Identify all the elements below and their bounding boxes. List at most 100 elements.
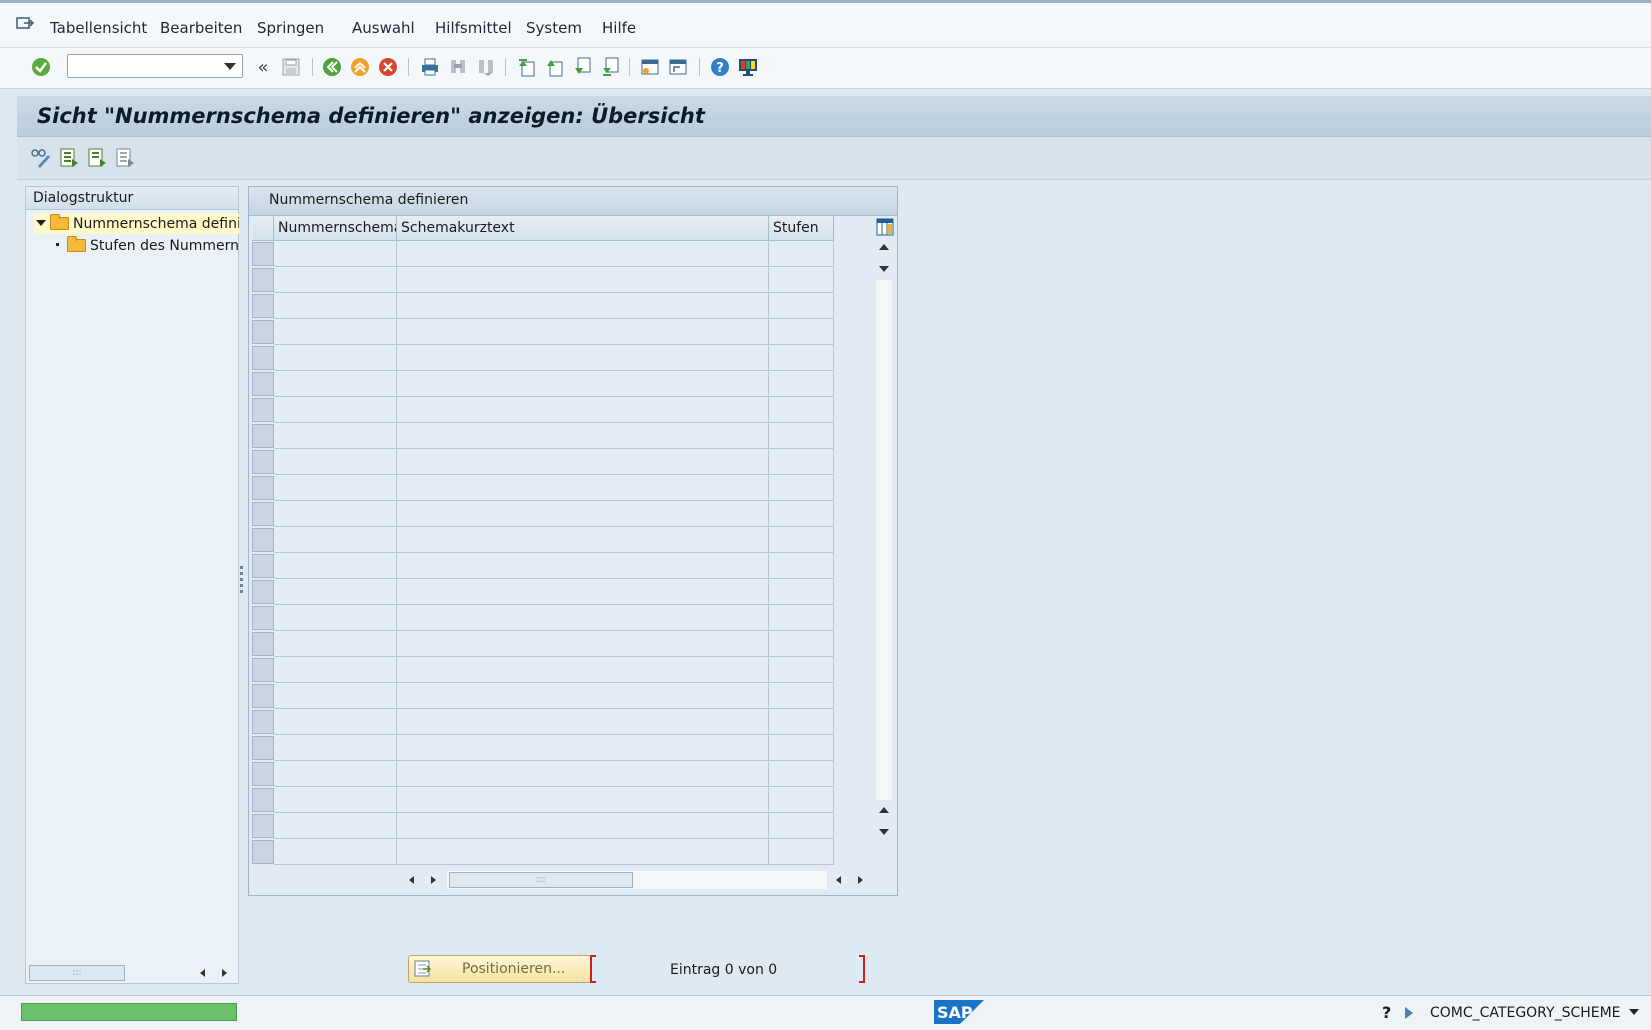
tree-node-nummernschema[interactable]: Nummernschema definieren (34, 214, 239, 234)
back-icon[interactable] (321, 56, 343, 78)
table-cell[interactable] (397, 735, 769, 761)
table-cell[interactable] (397, 631, 769, 657)
table-cell[interactable] (274, 657, 397, 683)
table-cell[interactable] (769, 423, 834, 449)
table-cell[interactable] (397, 813, 769, 839)
chevron-down-icon[interactable] (1629, 1009, 1639, 1015)
table-cell[interactable] (397, 761, 769, 787)
table-cell[interactable] (769, 319, 834, 345)
help-icon[interactable]: ? (709, 56, 731, 78)
table-cell[interactable] (769, 839, 834, 865)
display-change-icon[interactable] (30, 147, 52, 169)
table-cell[interactable] (769, 267, 834, 293)
column-header-nummernschema[interactable]: Nummernschema (274, 216, 397, 241)
command-field[interactable] (67, 54, 243, 78)
row-selector[interactable] (252, 476, 274, 500)
scroll-up-icon[interactable] (879, 244, 889, 250)
scroll-track[interactable] (876, 280, 892, 800)
row-selector[interactable] (252, 632, 274, 656)
table-cell[interactable] (397, 501, 769, 527)
row-selector[interactable] (252, 294, 274, 318)
chevron-down-icon[interactable] (224, 63, 236, 70)
row-selector[interactable] (252, 502, 274, 526)
table-cell[interactable] (397, 293, 769, 319)
table-cell[interactable] (397, 839, 769, 865)
customize-layout-icon[interactable] (737, 56, 759, 78)
row-selector[interactable] (252, 554, 274, 578)
row-selector[interactable] (252, 762, 274, 786)
table-cell[interactable] (397, 371, 769, 397)
table-cell[interactable] (274, 475, 397, 501)
column-header-stufen[interactable]: Stufen (769, 216, 834, 241)
enter-icon[interactable] (30, 56, 52, 78)
menu-hilfsmittel[interactable]: Hilfsmittel (435, 19, 512, 37)
table-cell[interactable] (397, 579, 769, 605)
print-icon[interactable] (419, 56, 441, 78)
table-cell[interactable] (397, 319, 769, 345)
row-selector[interactable] (252, 840, 274, 864)
row-selector[interactable] (252, 320, 274, 344)
table-cell[interactable] (769, 605, 834, 631)
scroll-page-up-icon[interactable] (879, 807, 889, 813)
menu-system[interactable]: System (526, 19, 582, 37)
row-selector[interactable] (252, 450, 274, 474)
table-cell[interactable] (397, 345, 769, 371)
table-cell[interactable] (274, 683, 397, 709)
table-cell[interactable] (274, 319, 397, 345)
table-cell[interactable] (769, 787, 834, 813)
scroll-right-icon[interactable] (431, 876, 436, 884)
table-cell[interactable] (274, 501, 397, 527)
select-block-icon[interactable] (86, 147, 108, 169)
table-cell[interactable] (769, 475, 834, 501)
table-cell[interactable] (274, 267, 397, 293)
table-cell[interactable] (397, 553, 769, 579)
menu-icon[interactable] (16, 17, 34, 31)
row-selector[interactable] (252, 788, 274, 812)
row-selector[interactable] (252, 346, 274, 370)
row-selector[interactable] (252, 372, 274, 396)
table-cell[interactable] (769, 241, 834, 267)
table-cell[interactable] (274, 345, 397, 371)
first-page-icon[interactable] (515, 56, 537, 78)
scroll-left-icon[interactable] (409, 876, 414, 884)
play-arrow-icon[interactable] (1405, 1007, 1413, 1019)
menu-auswahl[interactable]: Auswahl (352, 19, 415, 37)
table-cell[interactable] (397, 709, 769, 735)
table-cell[interactable] (274, 787, 397, 813)
expand-arrow-icon[interactable] (36, 220, 46, 226)
scroll-left-icon[interactable] (200, 969, 205, 977)
table-cell[interactable] (274, 397, 397, 423)
table-cell[interactable] (397, 423, 769, 449)
row-selector[interactable] (252, 398, 274, 422)
table-cell[interactable] (274, 449, 397, 475)
table-vertical-scrollbar[interactable] (874, 216, 894, 870)
table-cell[interactable] (769, 371, 834, 397)
table-cell[interactable] (769, 657, 834, 683)
scroll-down-icon[interactable] (879, 266, 889, 272)
table-cell[interactable] (769, 813, 834, 839)
table-cell[interactable] (274, 709, 397, 735)
table-cell[interactable] (274, 631, 397, 657)
select-all-icon[interactable] (58, 147, 80, 169)
scroll-left-icon[interactable] (836, 876, 841, 884)
table-cell[interactable] (769, 579, 834, 605)
table-cell[interactable] (397, 267, 769, 293)
next-page-icon[interactable] (571, 56, 593, 78)
find-icon[interactable] (447, 56, 469, 78)
help-key-icon[interactable]: ? (1382, 1003, 1391, 1022)
last-page-icon[interactable] (599, 56, 621, 78)
table-cell[interactable] (397, 397, 769, 423)
table-cell[interactable] (769, 293, 834, 319)
table-cell[interactable] (274, 605, 397, 631)
position-button[interactable]: Positionieren... (408, 955, 592, 983)
previous-page-icon[interactable] (543, 56, 565, 78)
table-cell[interactable] (274, 293, 397, 319)
column-header-schemakurztext[interactable]: Schemakurztext (397, 216, 769, 241)
row-selector[interactable] (252, 606, 274, 630)
scroll-right-icon[interactable] (858, 876, 863, 884)
row-selector[interactable] (252, 814, 274, 838)
table-cell[interactable] (274, 735, 397, 761)
table-cell[interactable] (274, 371, 397, 397)
table-cell[interactable] (274, 839, 397, 865)
table-cell[interactable] (769, 345, 834, 371)
